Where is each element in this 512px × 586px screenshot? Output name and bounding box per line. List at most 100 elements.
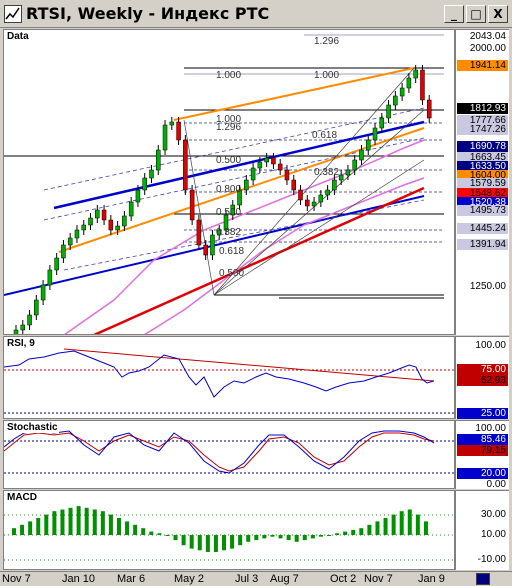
axis-tick: 100.00 (475, 340, 506, 351)
minimize-button[interactable]: _ (444, 5, 464, 23)
price-axis[interactable]: 2043.04 2000.00 1250.00 1941.14 1812.93 17… (455, 29, 509, 335)
rsi-chart (4, 348, 454, 414)
candle-body (122, 215, 127, 227)
macd-bar (359, 528, 364, 535)
macd-bar (375, 521, 380, 535)
macd-pane[interactable]: MACD (3, 490, 455, 570)
macd-axis[interactable]: 30.00 10.00 -10.00 (455, 490, 509, 570)
macd-bar (383, 518, 388, 535)
macd-bar (60, 509, 65, 535)
macd-bar (238, 535, 243, 546)
candle-body (54, 257, 59, 271)
chart-app-icon (4, 5, 22, 23)
date-label: Jan 9 (418, 573, 445, 585)
candle-body (413, 69, 418, 79)
candle-body (399, 87, 405, 97)
stochastic-k-tag: 85.46 (457, 434, 508, 445)
fib-label: 1.000 (216, 70, 241, 81)
candle-body (183, 139, 188, 191)
stochastic-pane[interactable]: Stochastic (3, 420, 455, 489)
macd-bar (415, 514, 420, 535)
macd-bar (157, 533, 162, 535)
macd-bar (28, 521, 33, 535)
axis-tick: 2043.04 (469, 31, 506, 42)
candle-body (352, 159, 357, 171)
candle-body (162, 124, 168, 151)
candle-body (40, 284, 46, 301)
price-pane[interactable]: Data 1.296 1.000 1.000 1.000 1.296 0.618… (3, 29, 455, 335)
macd-bar (117, 518, 121, 535)
macd-bar (44, 514, 49, 535)
axis-tick: 10.00 (480, 529, 506, 540)
maximize-button[interactable]: □ (466, 5, 486, 23)
price-pane-label: Data (6, 31, 30, 42)
rsi-value-tag: 62.93 (457, 375, 508, 386)
candle-body (176, 121, 181, 141)
stochastic-low-tag: 20.00 (457, 468, 508, 479)
candle-body (67, 237, 73, 246)
macd-bar (189, 535, 194, 549)
macd-bar (286, 535, 291, 541)
date-label: Oct 2 (330, 573, 357, 585)
price-chart: 1.296 1.000 1.000 1.000 1.296 0.618 0.50… (4, 34, 444, 334)
macd-bar (367, 524, 372, 535)
macd-bar (197, 535, 202, 551)
macd-bar (222, 535, 226, 551)
candle-body (284, 169, 290, 181)
candle-body (189, 189, 195, 221)
macd-bar (92, 509, 97, 535)
fib-label: 1.296 (216, 122, 241, 133)
candle-body (325, 189, 330, 196)
axis-tick: -10.00 (477, 554, 506, 565)
candle-body (108, 219, 114, 231)
axis-tick: 100.00 (475, 423, 506, 434)
macd-bar (254, 535, 259, 541)
candle-body (13, 329, 19, 334)
date-label: Jan 10 (62, 573, 96, 585)
candle-body (169, 121, 175, 126)
stochastic-axis[interactable]: 100.00 85.46 79.15 20.00 0.00 (455, 420, 509, 489)
candle-body (61, 244, 66, 259)
price-tag: 1391.94 (457, 239, 508, 250)
fib-label: 0.618 (312, 130, 337, 141)
rsi-pane[interactable]: RSI, 9 (3, 336, 455, 419)
candle-body (156, 149, 161, 171)
calendar-icon[interactable] (476, 573, 490, 585)
rsi-axis[interactable]: 100.00 75.00 62.93 25.00 (455, 336, 509, 419)
candle-body (142, 177, 147, 191)
price-tag: 1812.93 (457, 103, 508, 114)
price-tag: 1495.73 (457, 205, 508, 216)
macd-bar (149, 531, 154, 535)
axis-tick: 0.00 (486, 479, 506, 489)
macd-bar (335, 533, 340, 535)
candle-body (305, 199, 310, 207)
stochastic-d-tag: 79.15 (457, 445, 508, 456)
candle-body (372, 127, 378, 141)
macd-bar (84, 507, 89, 535)
macd-chart (4, 506, 454, 561)
date-label: Nov 7 (2, 573, 31, 585)
macd-bar (310, 535, 315, 539)
macd-bar (125, 521, 130, 535)
price-tag: 1747.26 (457, 124, 508, 135)
fib-label: 1.296 (314, 36, 339, 47)
candle-body (298, 189, 303, 201)
fib-label: 0.500 (219, 268, 244, 279)
candle-body (34, 299, 39, 316)
candle-body (359, 149, 364, 161)
fib-label: 0.500 (216, 155, 241, 166)
candle-body (393, 95, 398, 106)
close-button[interactable]: X (488, 5, 508, 23)
macd-bar (108, 514, 113, 535)
candle-body (311, 201, 317, 207)
fib-label: 1.000 (314, 70, 339, 81)
date-label: Jul 3 (235, 573, 259, 585)
macd-bar (100, 511, 105, 535)
macd-bar (423, 521, 428, 535)
candle-body (345, 169, 351, 176)
window-title: RTSI, Weekly - Индекс РТС (26, 4, 270, 23)
date-label: May 2 (174, 573, 204, 585)
macd-pane-label: MACD (6, 492, 38, 503)
candle-body (47, 269, 53, 286)
date-axis[interactable]: Nov 7 Jan 10 Mar 6 May 2 Jul 3 Aug 7 Oct… (0, 571, 512, 586)
